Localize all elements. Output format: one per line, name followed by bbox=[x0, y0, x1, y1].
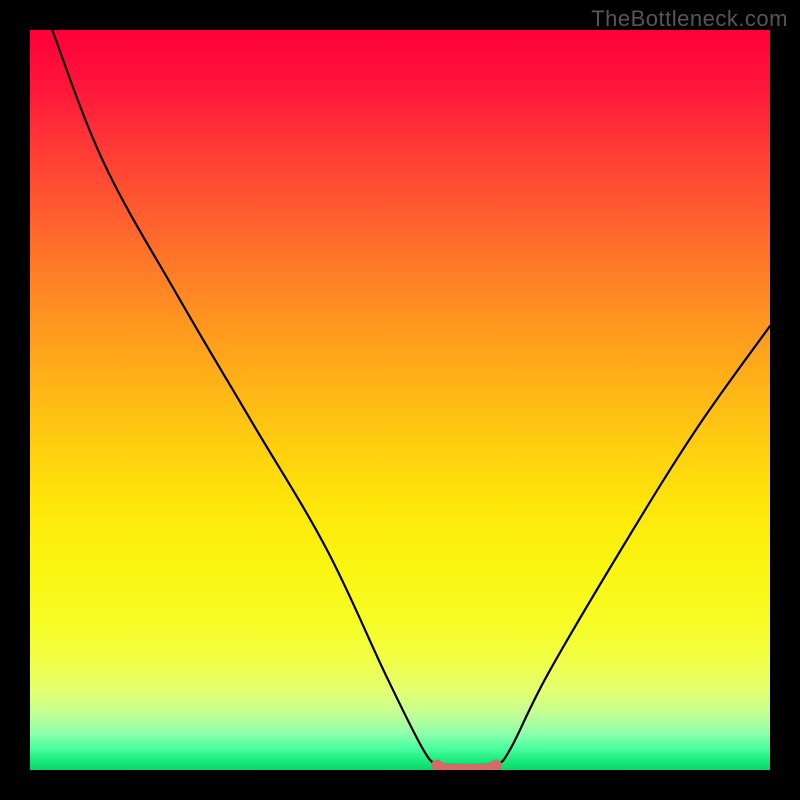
bottleneck-curve bbox=[52, 30, 770, 768]
watermark-text: TheBottleneck.com bbox=[591, 6, 788, 32]
highlight-end-left bbox=[432, 759, 443, 770]
highlight-end-right bbox=[491, 759, 502, 770]
curve-svg bbox=[30, 30, 770, 770]
chart-frame: TheBottleneck.com bbox=[0, 0, 800, 800]
plot-area bbox=[30, 30, 770, 770]
highlight-segment bbox=[437, 765, 496, 768]
